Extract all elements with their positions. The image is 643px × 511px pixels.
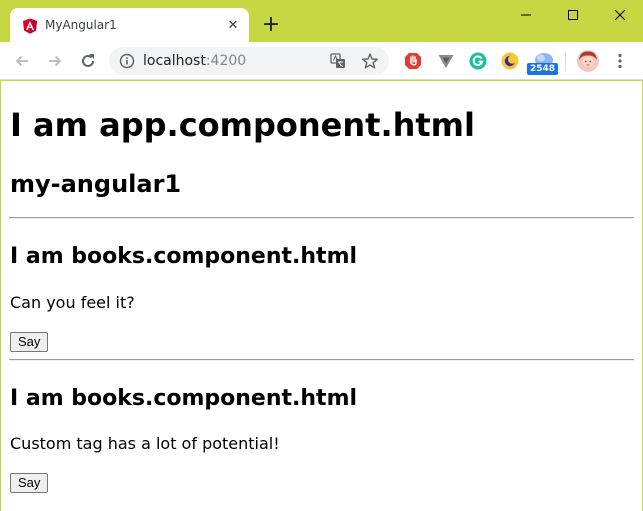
url-host: localhost	[143, 53, 206, 69]
avatar[interactable]	[577, 50, 599, 72]
toolbar-separator	[565, 53, 566, 71]
menu-icon[interactable]	[612, 51, 628, 71]
v-extension-icon[interactable]	[436, 51, 456, 71]
browser-tab[interactable]: MyAngular1 ✕	[10, 8, 249, 42]
title-bar: MyAngular1 ✕ +	[0, 0, 643, 42]
moon-icon[interactable]	[500, 51, 520, 71]
star-icon[interactable]	[361, 52, 379, 70]
say-button[interactable]: Say	[10, 473, 49, 493]
translate-icon[interactable]	[330, 53, 346, 69]
divider	[9, 217, 634, 219]
info-icon[interactable]	[119, 53, 135, 69]
minimize-icon[interactable]	[503, 0, 549, 30]
page-viewport: I am app.component.html my-angular1 I am…	[0, 81, 643, 511]
tab-title: MyAngular1	[45, 18, 117, 32]
address-bar[interactable]: localhost:4200	[109, 47, 389, 75]
maximize-icon[interactable]	[550, 0, 596, 30]
close-window-icon[interactable]	[597, 0, 643, 30]
grammarly-icon[interactable]	[468, 51, 488, 71]
books-text: Can you feel it?	[10, 293, 135, 312]
books-heading: I am books.component.html	[10, 386, 358, 411]
opera-adblock-icon[interactable]	[403, 51, 423, 71]
plus-icon[interactable]: +	[260, 14, 282, 37]
url-text[interactable]: localhost:4200	[143, 53, 246, 69]
close-icon[interactable]: ✕	[225, 17, 241, 33]
back-icon[interactable]	[12, 51, 32, 71]
browser-toolbar: localhost:4200 2548	[0, 42, 643, 80]
app-heading: I am app.component.html	[10, 106, 475, 144]
divider	[9, 359, 634, 361]
app-subtitle: my-angular1	[10, 170, 182, 198]
say-button[interactable]: Say	[10, 332, 49, 352]
reload-icon[interactable]	[78, 51, 98, 71]
books-heading: I am books.component.html	[10, 244, 358, 269]
angular-logo-icon	[23, 18, 37, 34]
books-text: Custom tag has a lot of potential!	[10, 434, 280, 453]
extension-badge: 2548	[527, 63, 559, 75]
forward-icon[interactable]	[45, 51, 65, 71]
url-port: :4200	[205, 53, 247, 69]
